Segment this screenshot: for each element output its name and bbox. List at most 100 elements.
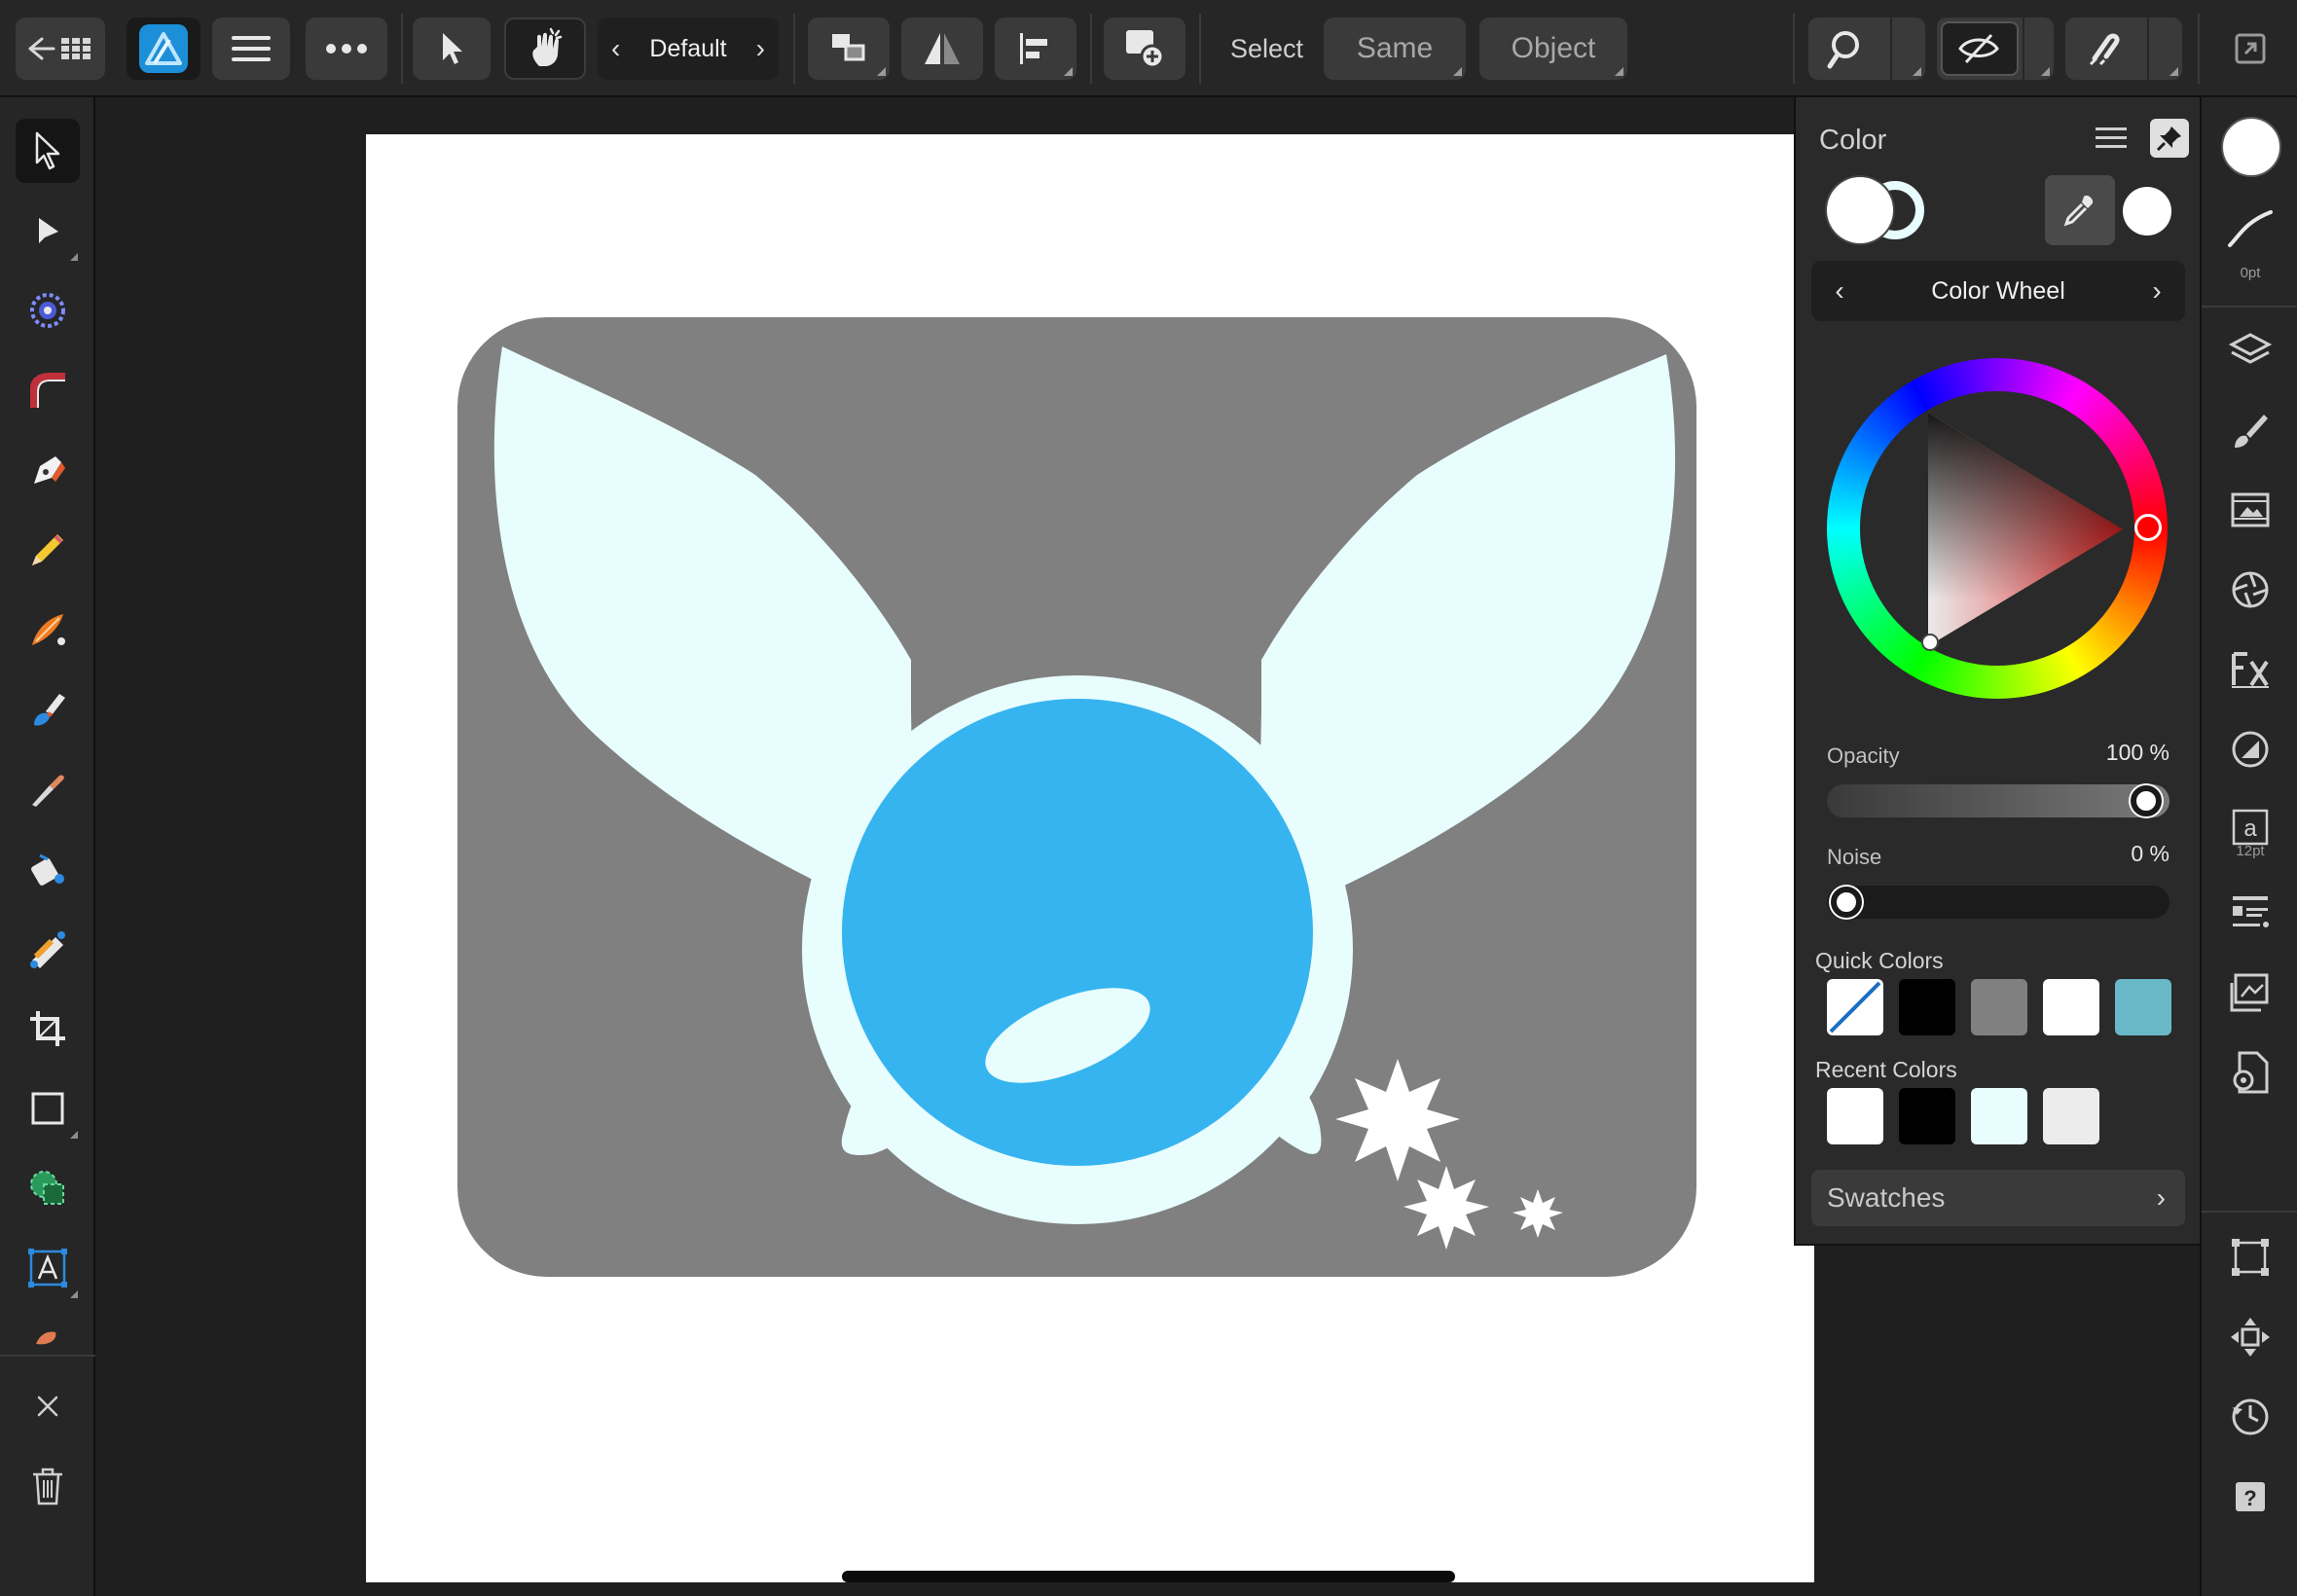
move-tool[interactable] <box>16 119 80 183</box>
quick-color-swatch[interactable] <box>1899 979 1955 1035</box>
opacity-slider-thumb[interactable] <box>2131 785 2162 816</box>
close-icon <box>37 1396 58 1417</box>
transparency-tool[interactable] <box>16 837 80 901</box>
quick-color-swatch[interactable] <box>1827 979 1883 1035</box>
color-picker-button[interactable] <box>2045 175 2115 245</box>
fill-color-well[interactable] <box>2221 117 2281 177</box>
artboard[interactable] <box>366 134 1814 1582</box>
hue-ring-handle[interactable] <box>2134 514 2162 541</box>
select-same-label: Same <box>1356 32 1434 64</box>
align-left-icon <box>1020 33 1047 64</box>
recent-color-swatch[interactable] <box>1899 1088 1955 1144</box>
fill-color-circle[interactable] <box>1827 177 1893 243</box>
quick-colors-label: Quick Colors <box>1815 948 1944 973</box>
flip-horizontal-icon <box>925 33 960 64</box>
gradient-tool[interactable] <box>16 917 80 981</box>
artistic-text-tool[interactable] <box>16 1236 80 1300</box>
panel-menu-button[interactable] <box>2088 115 2134 162</box>
panel-pin-button[interactable] <box>2150 119 2189 158</box>
delete-button[interactable] <box>16 1454 80 1518</box>
brushes-panel-button[interactable] <box>2223 403 2278 457</box>
crop-tool[interactable] <box>16 997 80 1061</box>
navigator-panel-button[interactable] <box>2223 1310 2278 1364</box>
close-button[interactable] <box>16 1374 80 1438</box>
point-transform-tool[interactable] <box>16 358 80 422</box>
quick-color-swatch[interactable] <box>2115 979 2171 1035</box>
fill-tool[interactable] <box>16 677 80 742</box>
preset-prev-arrow-icon[interactable]: ‹ <box>611 33 620 64</box>
rectangle-tool[interactable] <box>16 1076 80 1141</box>
document-settings-button[interactable] <box>2223 1045 2278 1100</box>
fill-stroke-selector[interactable] <box>1827 175 1934 245</box>
corner-tool[interactable] <box>16 278 80 343</box>
main-menu-button[interactable] <box>212 18 290 80</box>
designer-persona-button[interactable] <box>127 18 201 80</box>
select-object-button[interactable]: Object <box>1479 18 1627 80</box>
picked-color-swatch[interactable] <box>2123 187 2171 236</box>
insert-button[interactable] <box>1104 18 1185 80</box>
brush-partial-icon <box>36 1331 56 1345</box>
transform-panel-button[interactable] <box>2223 1230 2278 1285</box>
select-same-button[interactable]: Same <box>1324 18 1466 80</box>
appearance-panel-button[interactable] <box>2223 562 2278 617</box>
opacity-slider[interactable] <box>1827 784 2169 817</box>
paragraph-panel-button[interactable] <box>2223 886 2278 940</box>
studio-toggle-button[interactable] <box>2219 18 2281 80</box>
move-cross-icon <box>2231 1318 2270 1357</box>
quick-color-swatch[interactable] <box>1971 979 2027 1035</box>
color-mode-selector[interactable]: ‹ Color Wheel › <box>1811 261 2185 321</box>
move-tool-context-button[interactable] <box>413 18 491 80</box>
preset-next-arrow-icon[interactable]: › <box>756 33 765 64</box>
stock-panel-button[interactable] <box>2223 483 2278 537</box>
select-object-label: Object <box>1511 32 1596 64</box>
saturation-triangle[interactable] <box>1827 358 2168 699</box>
layers-panel-button[interactable] <box>2223 323 2278 378</box>
view-quality-split-button[interactable] <box>1808 18 1925 80</box>
back-to-gallery-button[interactable] <box>16 18 105 80</box>
more-tools-partial[interactable] <box>16 1304 80 1349</box>
triangle-handle <box>1921 634 1939 651</box>
view-mode-split-button[interactable] <box>1937 18 2054 80</box>
pen-tool[interactable] <box>16 438 80 502</box>
ellipsis-icon <box>326 44 367 54</box>
quick-color-swatch[interactable] <box>2043 979 2099 1035</box>
assets-panel-button[interactable] <box>2223 965 2278 1020</box>
no-color-slash-icon <box>1829 981 1881 1034</box>
swatches-button[interactable]: Swatches › <box>1811 1170 2185 1226</box>
node-tool[interactable] <box>16 199 80 263</box>
noise-slider[interactable] <box>1827 886 2169 919</box>
help-button[interactable]: ? <box>2223 1469 2278 1524</box>
more-options-button[interactable] <box>306 18 387 80</box>
curve-shape-icon <box>30 373 65 408</box>
noise-label: Noise <box>1827 845 1882 869</box>
touch-gesture-button[interactable] <box>504 18 586 80</box>
fairy-illustration[interactable] <box>366 134 1814 1582</box>
stroke-panel-button[interactable] <box>2223 200 2278 255</box>
arrange-button[interactable] <box>808 18 890 80</box>
mode-prev-arrow-icon[interactable]: ‹ <box>1817 261 1862 321</box>
recent-color-swatch[interactable] <box>1971 1088 2027 1144</box>
recent-color-swatch[interactable] <box>2043 1088 2099 1144</box>
recent-color-swatch[interactable] <box>1827 1088 1883 1144</box>
toolbar-separator <box>1090 14 1092 84</box>
history-panel-button[interactable] <box>2223 1390 2278 1444</box>
vector-brush-tool[interactable] <box>16 598 80 662</box>
hide-eye-icon <box>1958 33 1999 64</box>
noise-slider-thumb[interactable] <box>1831 887 1862 918</box>
shape-builder-icon <box>30 1171 64 1205</box>
pencil-tool[interactable] <box>16 518 80 582</box>
context-preset-selector[interactable]: ‹ Default › <box>598 18 779 80</box>
toolbar-separator <box>1199 14 1201 84</box>
mode-next-arrow-icon[interactable]: › <box>2134 261 2179 321</box>
back-grid-icon <box>28 37 91 60</box>
styles-panel-button[interactable] <box>2223 722 2278 777</box>
align-button[interactable] <box>995 18 1076 80</box>
effects-panel-button[interactable] <box>2223 642 2278 697</box>
snapping-split-button[interactable] <box>2065 18 2182 80</box>
paragraph-list-icon <box>2233 896 2269 927</box>
knife-tool[interactable] <box>16 757 80 821</box>
assets-stack-icon <box>2230 973 2269 1012</box>
flip-button[interactable] <box>901 18 983 80</box>
shape-builder-tool[interactable] <box>16 1156 80 1220</box>
color-wheel[interactable] <box>1827 358 2168 699</box>
